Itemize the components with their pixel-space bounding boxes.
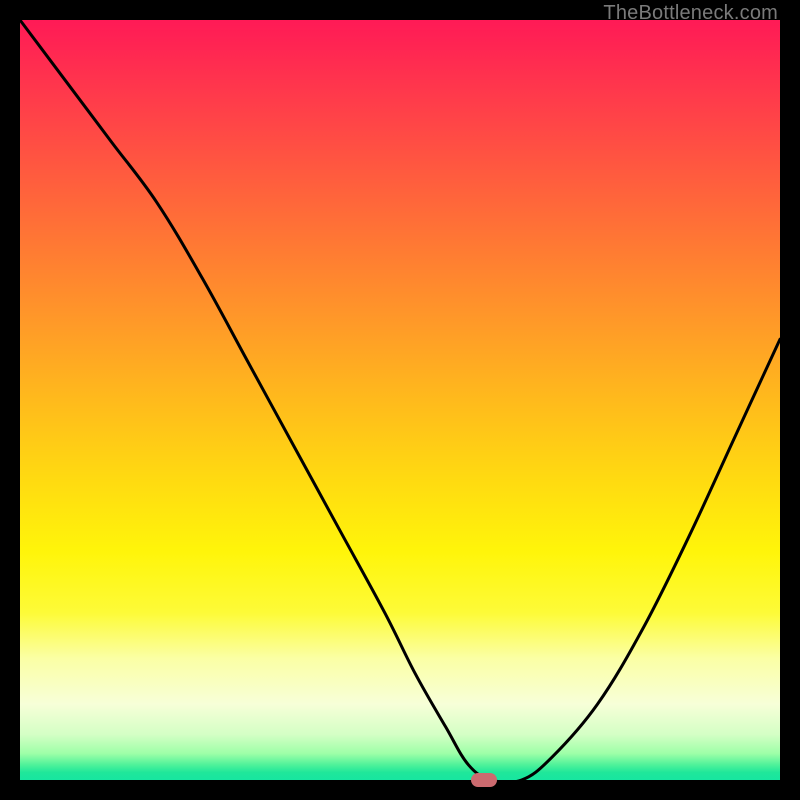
curve-svg — [20, 20, 780, 780]
chart-frame: TheBottleneck.com — [0, 0, 800, 800]
plot-area — [20, 20, 780, 780]
optimal-point-marker — [471, 773, 497, 787]
bottleneck-curve-path — [20, 20, 780, 783]
